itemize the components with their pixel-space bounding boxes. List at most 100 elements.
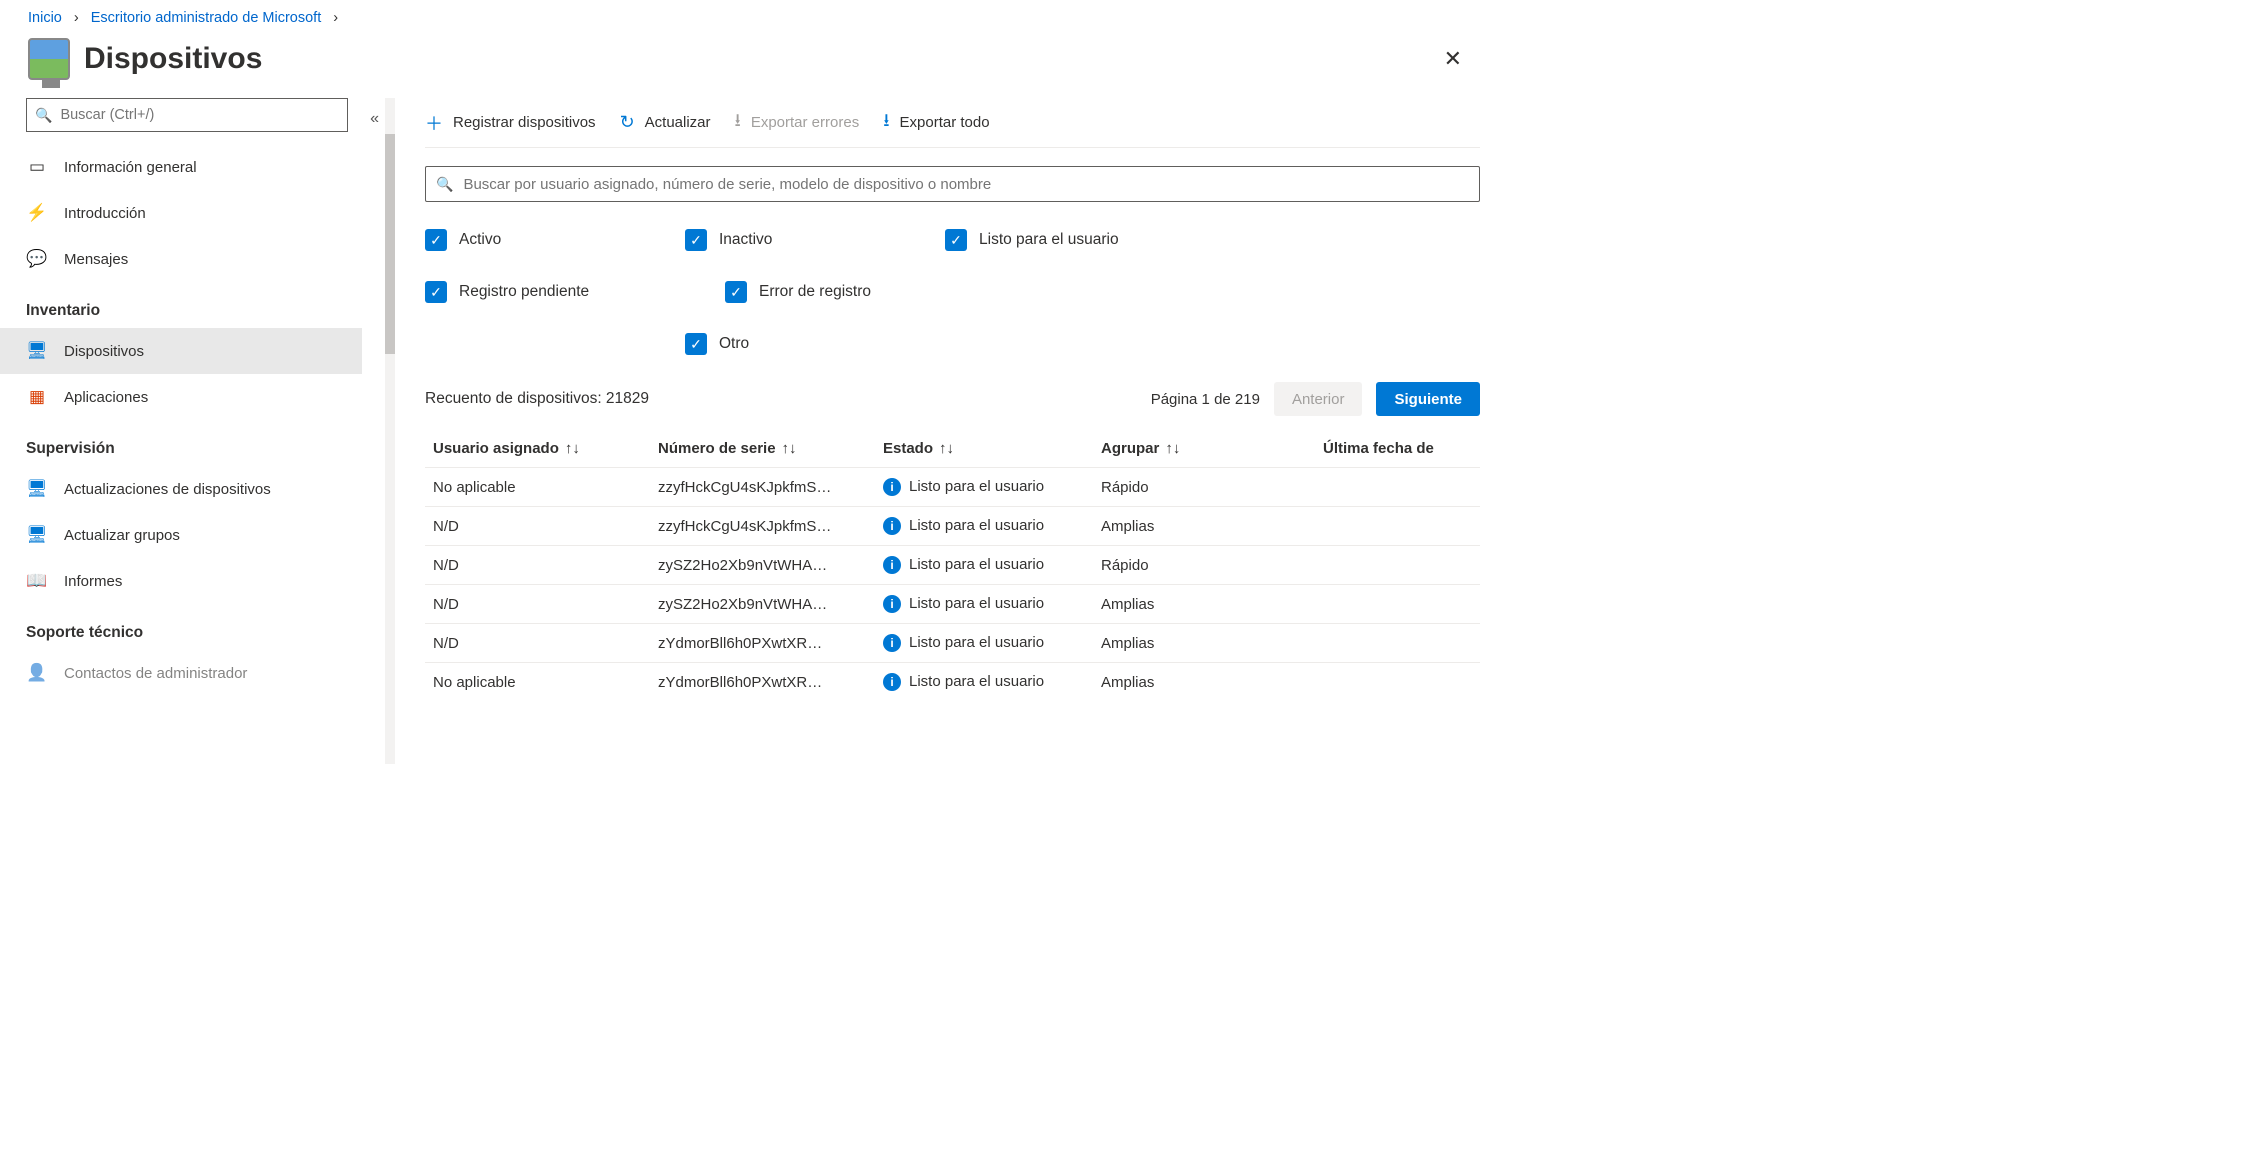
info-icon: i	[883, 517, 901, 535]
filter-ready[interactable]: ✓ Listo para el usuario	[945, 220, 1205, 260]
filter-label: Inactivo	[719, 231, 772, 249]
sidebar-item-label: Contactos de administrador	[64, 665, 247, 682]
chat-icon: 💬	[26, 249, 48, 269]
sidebar-item-intro[interactable]: ⚡ Introducción	[0, 190, 362, 236]
sidebar-search-input[interactable]	[60, 107, 339, 123]
chevron-right-icon: ›	[333, 10, 338, 26]
register-devices-button[interactable]: ＋ Registrar dispositivos	[425, 110, 596, 136]
bolt-icon: ⚡	[26, 203, 48, 223]
sidebar-item-overview[interactable]: ▭ Información general	[0, 144, 362, 190]
filter-label: Otro	[719, 335, 749, 353]
col-lastdate[interactable]: Última fecha de	[1315, 430, 1480, 468]
overview-icon: ▭	[26, 157, 48, 177]
export-errors-button: ⭳ Exportar errores	[735, 108, 860, 138]
breadcrumb-parent[interactable]: Escritorio administrado de Microsoft	[91, 10, 321, 26]
sidebar-item-devices[interactable]: 🖥 Dispositivos	[0, 328, 362, 374]
sidebar-item-device-updates[interactable]: 🖥 Actualizaciones de dispositivos	[0, 466, 362, 512]
cell-serial: zzyfHckCgU4sKJpkfmS…	[650, 468, 875, 507]
filter-label: Listo para el usuario	[979, 231, 1119, 249]
cell-group: Amplias	[1093, 663, 1315, 702]
breadcrumb: Inicio › Escritorio administrado de Micr…	[0, 0, 1500, 32]
search-icon: 🔍	[35, 107, 52, 124]
filter-pending[interactable]: ✓Registro pendiente	[425, 272, 725, 312]
sort-icon: ↑↓	[1165, 440, 1180, 457]
table-row[interactable]: N/DzySZ2Ho2Xb9nVtWHA…iListo para el usua…	[425, 546, 1480, 585]
cell-user: No aplicable	[425, 663, 650, 702]
cell-status: iListo para el usuario	[875, 507, 1093, 546]
filter-other[interactable]: ✓Otro	[685, 324, 985, 364]
info-icon: i	[883, 478, 901, 496]
refresh-icon: ↻	[620, 112, 635, 133]
export-all-button[interactable]: ⭳ Exportar todo	[883, 108, 989, 138]
sidebar-item-label: Introducción	[64, 205, 146, 222]
sidebar-item-update-groups[interactable]: 🖥 Actualizar grupos	[0, 512, 362, 558]
sidebar-item-reports[interactable]: 📖 Informes	[0, 558, 362, 604]
sidebar-item-messages[interactable]: 💬 Mensajes	[0, 236, 362, 282]
sidebar-item-label: Informes	[64, 573, 122, 590]
cell-date	[1315, 624, 1480, 663]
table-row[interactable]: N/DzzyfHckCgU4sKJpkfmS…iListo para el us…	[425, 507, 1480, 546]
table-row[interactable]: No aplicablezzyfHckCgU4sKJpkfmS…iListo p…	[425, 468, 1480, 507]
col-serial[interactable]: Número de serie↑↓	[650, 430, 875, 468]
cell-serial: zySZ2Ho2Xb9nVtWHA…	[650, 546, 875, 585]
next-page-button[interactable]: Siguiente	[1376, 382, 1480, 416]
cell-group: Amplias	[1093, 507, 1315, 546]
cell-serial: zzyfHckCgU4sKJpkfmS…	[650, 507, 875, 546]
table-row[interactable]: N/DzYdmorBll6h0PXwtXR…iListo para el usu…	[425, 624, 1480, 663]
download-icon: ⭳	[735, 108, 741, 138]
cell-user: N/D	[425, 585, 650, 624]
sidebar: 🔍 « ▭ Información general ⚡ Introducción…	[0, 98, 362, 764]
devices-table: Usuario asignado↑↓ Número de serie↑↓ Est…	[425, 430, 1480, 701]
breadcrumb-home[interactable]: Inicio	[28, 10, 62, 26]
prev-page-button: Anterior	[1274, 382, 1363, 416]
col-user[interactable]: Usuario asignado↑↓	[425, 430, 650, 468]
sidebar-section-support: Soporte técnico	[0, 604, 362, 650]
filter-label: Registro pendiente	[459, 283, 589, 301]
filter-active[interactable]: ✓ Activo	[425, 220, 685, 260]
sidebar-scrollbar[interactable]	[385, 98, 395, 764]
cell-group: Rápido	[1093, 546, 1315, 585]
close-button[interactable]: ✕	[1434, 40, 1472, 78]
apps-icon: ▦	[26, 387, 48, 407]
filter-error[interactable]: ✓Error de registro	[725, 272, 985, 312]
scrollbar-thumb[interactable]	[385, 134, 395, 354]
filter-label: Activo	[459, 231, 501, 249]
cell-status: iListo para el usuario	[875, 663, 1093, 702]
checkbox-checked-icon: ✓	[425, 229, 447, 251]
cell-serial: zySZ2Ho2Xb9nVtWHA…	[650, 585, 875, 624]
toolbar-label: Registrar dispositivos	[453, 114, 596, 131]
toolbar: ＋ Registrar dispositivos ↻ Actualizar ⭳ …	[425, 98, 1480, 148]
sidebar-search[interactable]: 🔍	[26, 98, 348, 132]
cell-date	[1315, 585, 1480, 624]
sidebar-item-label: Actualizar grupos	[64, 527, 180, 544]
cell-date	[1315, 546, 1480, 585]
checkbox-checked-icon: ✓	[945, 229, 967, 251]
device-count: Recuento de dispositivos: 21829	[425, 390, 1151, 408]
monitor-icon: 🖥	[26, 341, 48, 361]
cell-status: iListo para el usuario	[875, 624, 1093, 663]
info-icon: i	[883, 595, 901, 613]
cell-user: N/D	[425, 507, 650, 546]
table-row[interactable]: N/DzySZ2Ho2Xb9nVtWHA…iListo para el usua…	[425, 585, 1480, 624]
col-group[interactable]: Agrupar↑↓	[1093, 430, 1315, 468]
info-icon: i	[883, 556, 901, 574]
cell-user: No aplicable	[425, 468, 650, 507]
cell-serial: zYdmorBll6h0PXwtXR…	[650, 663, 875, 702]
sidebar-item-label: Información general	[64, 159, 197, 176]
sidebar-item-label: Aplicaciones	[64, 389, 148, 406]
refresh-button[interactable]: ↻ Actualizar	[620, 112, 711, 133]
col-status[interactable]: Estado↑↓	[875, 430, 1093, 468]
sidebar-item-label: Dispositivos	[64, 343, 144, 360]
monitor-update-icon: 🖥	[26, 479, 48, 499]
cell-user: N/D	[425, 624, 650, 663]
filter-inactive[interactable]: ✓Inactivo	[685, 220, 945, 260]
download-icon: ⭳	[883, 108, 889, 138]
toolbar-label: Exportar todo	[900, 114, 990, 131]
sidebar-item-label: Actualizaciones de dispositivos	[64, 481, 271, 498]
sidebar-item-admin-contacts[interactable]: 👤 Contactos de administrador	[0, 650, 362, 696]
table-row[interactable]: No aplicablezYdmorBll6h0PXwtXR…iListo pa…	[425, 663, 1480, 702]
sidebar-item-apps[interactable]: ▦ Aplicaciones	[0, 374, 362, 420]
device-search-input[interactable]	[463, 176, 1469, 193]
device-search[interactable]: 🔍	[425, 166, 1480, 202]
sidebar-section-supervision: Supervisión	[0, 420, 362, 466]
